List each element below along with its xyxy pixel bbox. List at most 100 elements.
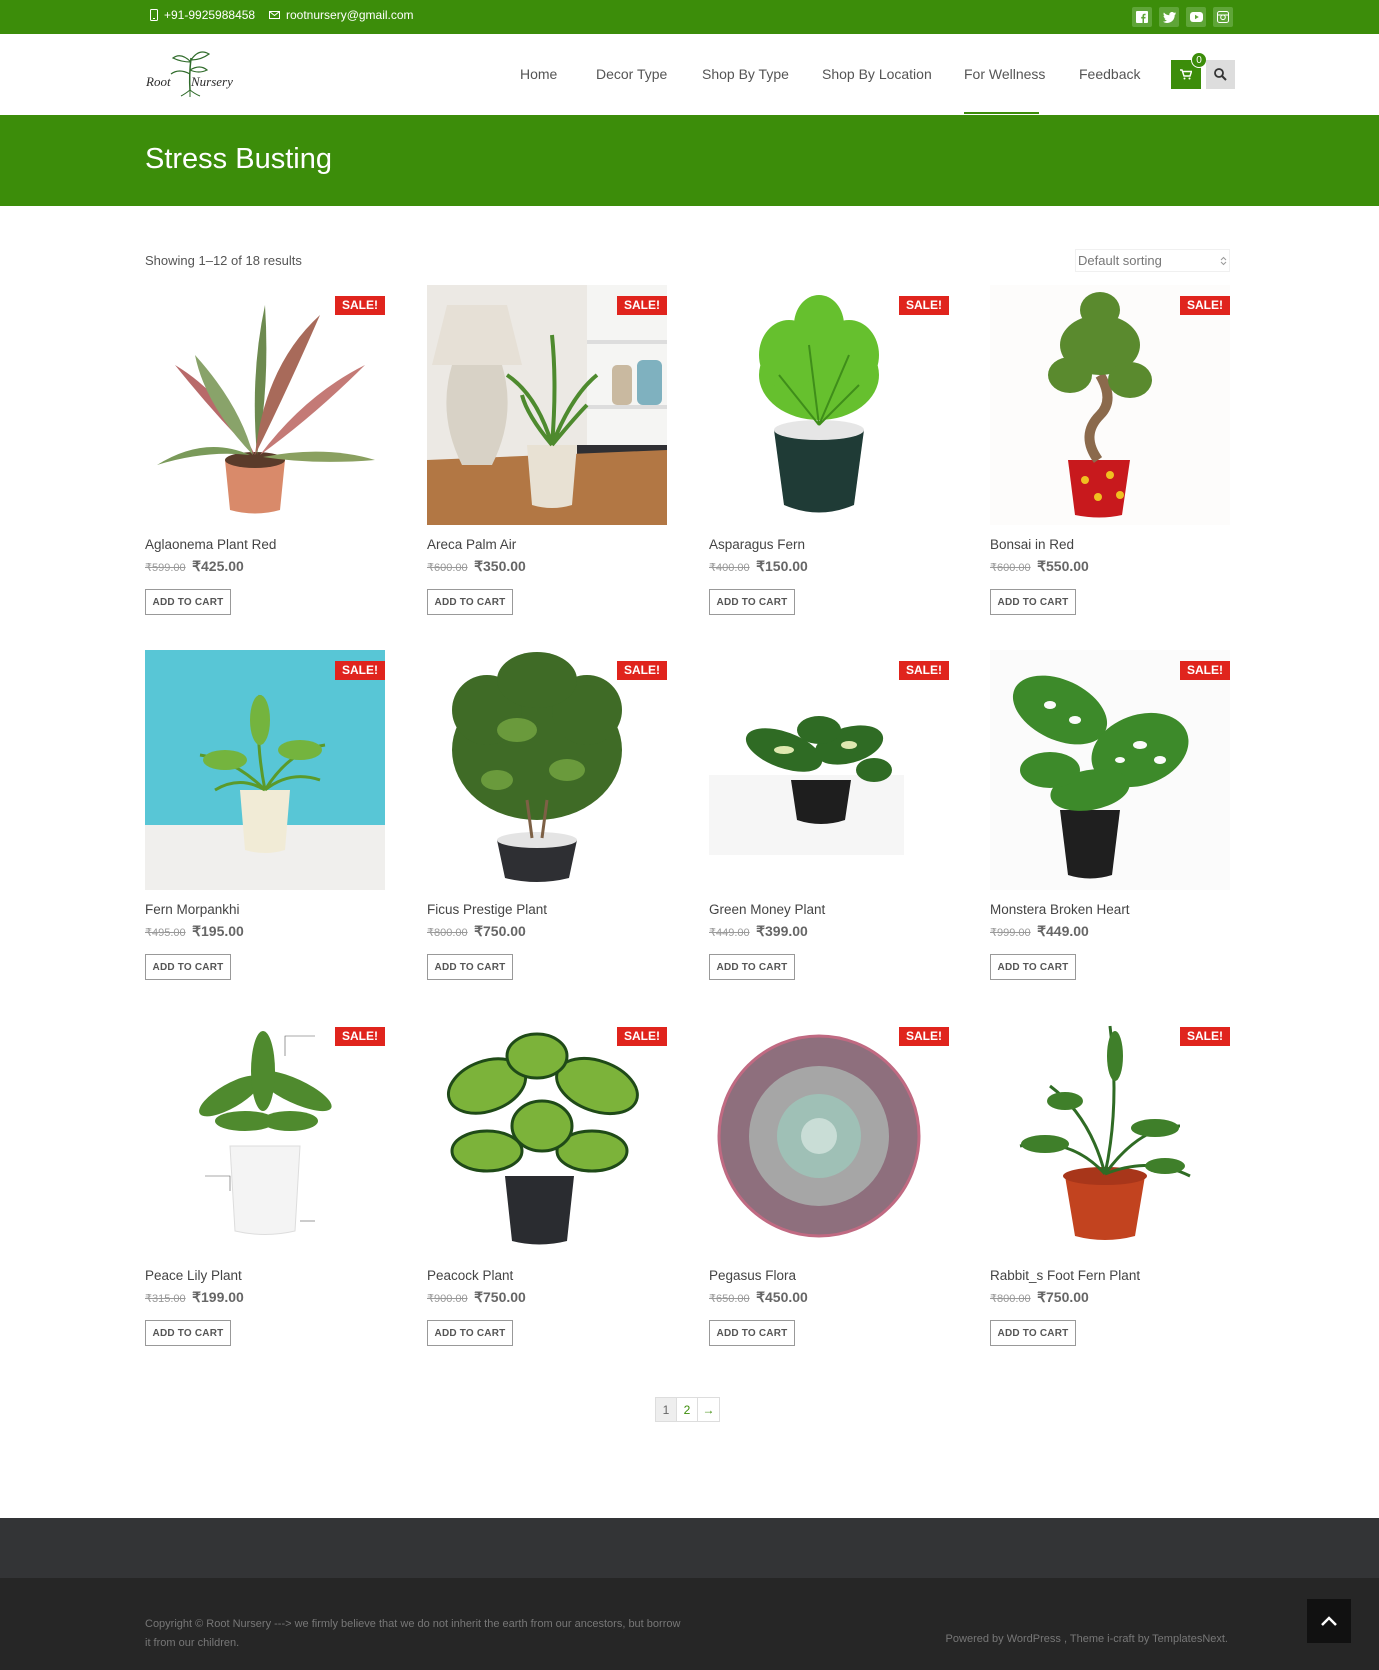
- sale-price: ₹195.00: [192, 923, 244, 939]
- product-name[interactable]: Fern Morpankhi: [145, 902, 240, 917]
- product-name[interactable]: Bonsai in Red: [990, 537, 1074, 552]
- twitter-icon[interactable]: [1159, 7, 1179, 27]
- add-to-cart-button[interactable]: ADD TO CART: [709, 954, 795, 980]
- cart-count-badge: 0: [1191, 52, 1207, 68]
- product-image[interactable]: [145, 285, 385, 525]
- nav-shop-by-location[interactable]: Shop By Location: [822, 66, 932, 82]
- add-to-cart-button[interactable]: ADD TO CART: [990, 954, 1076, 980]
- search-icon: [1214, 68, 1227, 81]
- next-page-arrow[interactable]: →: [698, 1398, 719, 1421]
- regular-price: ₹315.00: [145, 1293, 186, 1305]
- mobile-icon: [150, 9, 158, 21]
- product-name[interactable]: Asparagus Fern: [709, 537, 805, 552]
- youtube-icon[interactable]: [1186, 7, 1206, 27]
- sale-price: ₹750.00: [474, 923, 526, 939]
- svg-text:Nursery: Nursery: [190, 74, 233, 89]
- regular-price: ₹600.00: [990, 562, 1031, 574]
- product-name[interactable]: Ficus Prestige Plant: [427, 902, 547, 917]
- add-to-cart-button[interactable]: ADD TO CART: [709, 1320, 795, 1346]
- footer-bottom: Copyright © Root Nursery ---> we firmly …: [0, 1578, 1379, 1670]
- instagram-icon[interactable]: [1213, 7, 1233, 27]
- nav-shop-by-type[interactable]: Shop By Type: [702, 66, 789, 82]
- product-image[interactable]: [709, 1016, 949, 1256]
- add-to-cart-button[interactable]: ADD TO CART: [145, 954, 231, 980]
- product-name[interactable]: Green Money Plant: [709, 902, 825, 917]
- regular-price: ₹599.00: [145, 562, 186, 574]
- product-image[interactable]: [990, 285, 1230, 525]
- pagination: 1 2 →: [655, 1397, 720, 1422]
- envelope-icon: [269, 11, 280, 19]
- cart-icon: [1180, 69, 1192, 80]
- product-image[interactable]: [427, 650, 667, 890]
- sale-price: ₹199.00: [192, 1289, 244, 1305]
- regular-price: ₹600.00: [427, 562, 468, 574]
- nav-home[interactable]: Home: [520, 66, 557, 82]
- sale-price: ₹750.00: [1037, 1289, 1089, 1305]
- regular-price: ₹800.00: [427, 927, 468, 939]
- back-to-top-button[interactable]: [1307, 1599, 1351, 1643]
- product-image[interactable]: [427, 1016, 667, 1256]
- page-title: Stress Busting: [145, 143, 332, 175]
- email-contact[interactable]: rootnursery@gmail.com: [269, 8, 414, 22]
- product-name[interactable]: Areca Palm Air: [427, 537, 516, 552]
- product-image[interactable]: [709, 650, 949, 890]
- product-name[interactable]: Peacock Plant: [427, 1268, 513, 1283]
- add-to-cart-button[interactable]: ADD TO CART: [990, 1320, 1076, 1346]
- sale-badge: SALE!: [617, 1027, 667, 1046]
- sale-badge: SALE!: [1180, 661, 1230, 680]
- phone-contact[interactable]: +91-9925988458: [150, 8, 255, 22]
- product-name[interactable]: Monstera Broken Heart: [990, 902, 1130, 917]
- sale-badge: SALE!: [335, 1027, 385, 1046]
- sale-badge: SALE!: [899, 296, 949, 315]
- result-count: Showing 1–12 of 18 results: [145, 253, 302, 268]
- product-price: ₹600.00 ₹550.00: [990, 558, 1089, 576]
- add-to-cart-button[interactable]: ADD TO CART: [427, 589, 513, 615]
- regular-price: ₹800.00: [990, 1293, 1031, 1305]
- sale-badge: SALE!: [335, 296, 385, 315]
- nav-feedback[interactable]: Feedback: [1079, 66, 1140, 82]
- nav-for-wellness[interactable]: For Wellness: [964, 66, 1045, 82]
- product-image[interactable]: [427, 285, 667, 525]
- page-link-2[interactable]: 2: [677, 1398, 698, 1421]
- sale-price: ₹449.00: [1037, 923, 1089, 939]
- product-name[interactable]: Peace Lily Plant: [145, 1268, 242, 1283]
- sale-badge: SALE!: [335, 661, 385, 680]
- sale-price: ₹750.00: [474, 1289, 526, 1305]
- regular-price: ₹400.00: [709, 562, 750, 574]
- product-price: ₹800.00 ₹750.00: [427, 923, 526, 941]
- add-to-cart-button[interactable]: ADD TO CART: [990, 589, 1076, 615]
- product-name[interactable]: Aglaonema Plant Red: [145, 537, 276, 552]
- sale-price: ₹450.00: [756, 1289, 808, 1305]
- add-to-cart-button[interactable]: ADD TO CART: [709, 589, 795, 615]
- sale-price: ₹350.00: [474, 558, 526, 574]
- sale-price: ₹150.00: [756, 558, 808, 574]
- product-image[interactable]: [990, 1016, 1230, 1256]
- sale-price: ₹399.00: [756, 923, 808, 939]
- copyright-text: Copyright © Root Nursery ---> we firmly …: [145, 1618, 681, 1649]
- page-current: 1: [656, 1398, 677, 1421]
- product-price: ₹495.00 ₹195.00: [145, 923, 244, 941]
- nav-decor-type[interactable]: Decor Type: [596, 66, 667, 82]
- sale-badge: SALE!: [617, 296, 667, 315]
- product-image[interactable]: [145, 1016, 385, 1256]
- product-image[interactable]: [145, 650, 385, 890]
- regular-price: ₹495.00: [145, 927, 186, 939]
- sale-price: ₹425.00: [192, 558, 244, 574]
- sale-badge: SALE!: [1180, 296, 1230, 315]
- product-name[interactable]: Pegasus Flora: [709, 1268, 796, 1283]
- product-name[interactable]: Rabbit_s Foot Fern Plant: [990, 1268, 1140, 1283]
- add-to-cart-button[interactable]: ADD TO CART: [145, 1320, 231, 1346]
- add-to-cart-button[interactable]: ADD TO CART: [427, 1320, 513, 1346]
- add-to-cart-button[interactable]: ADD TO CART: [145, 589, 231, 615]
- site-logo[interactable]: Root Nursery: [145, 48, 235, 98]
- search-button[interactable]: [1206, 60, 1235, 89]
- product-price: ₹650.00 ₹450.00: [709, 1289, 808, 1307]
- select-arrows-icon: [1220, 256, 1227, 265]
- regular-price: ₹999.00: [990, 927, 1031, 939]
- product-image[interactable]: [990, 650, 1230, 890]
- sort-select[interactable]: Default sorting: [1075, 249, 1230, 272]
- page-banner: Stress Busting: [0, 115, 1379, 206]
- facebook-icon[interactable]: [1132, 7, 1152, 27]
- add-to-cart-button[interactable]: ADD TO CART: [427, 954, 513, 980]
- product-image[interactable]: [709, 285, 949, 525]
